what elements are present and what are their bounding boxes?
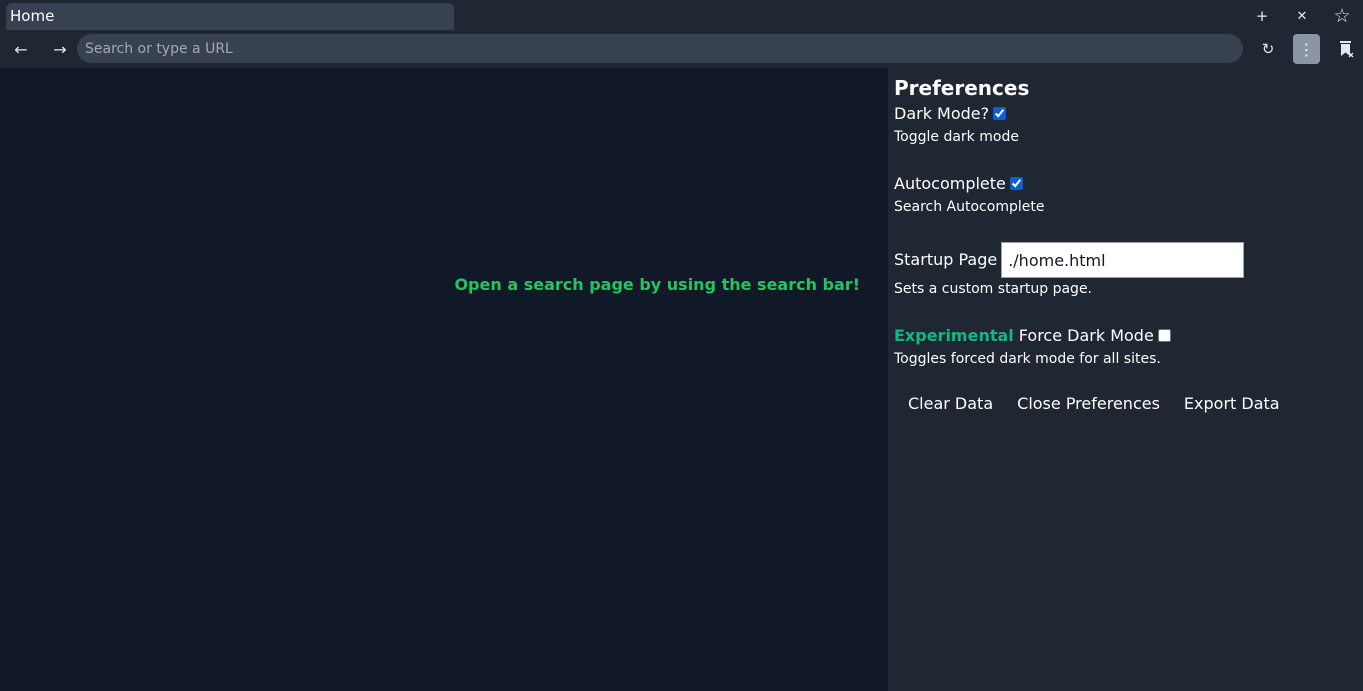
bookmarks-panel-button[interactable] — [1332, 36, 1360, 62]
force-dark-label: Force Dark Mode — [1018, 326, 1154, 345]
autocomplete-setting: Autocomplete Search Autocomplete — [894, 172, 1357, 218]
preferences-actions: Clear Data Close Preferences Export Data — [894, 388, 1357, 419]
tab-home[interactable]: Home — [6, 3, 454, 30]
arrow-left-icon: ← — [14, 39, 28, 59]
empty-page-message: Open a search page by using the search b… — [454, 275, 860, 294]
close-preferences-button[interactable]: Close Preferences — [1011, 388, 1166, 419]
arrow-right-icon: → — [53, 39, 67, 59]
preferences-title: Preferences — [894, 76, 1030, 100]
force-dark-setting: Experimental Force Dark Mode Toggles for… — [894, 324, 1357, 370]
page-content: Open a search page by using the search b… — [0, 68, 888, 691]
clear-data-button[interactable]: Clear Data — [902, 388, 999, 419]
reload-icon: ↻ — [1261, 40, 1275, 58]
autocomplete-checkbox[interactable] — [1009, 176, 1023, 190]
close-icon: ✕ — [1296, 8, 1308, 24]
autocomplete-description: Search Autocomplete — [894, 199, 1045, 215]
autocomplete-label: Autocomplete — [894, 174, 1006, 193]
plus-icon: + — [1255, 7, 1269, 25]
back-button[interactable]: ← — [7, 36, 35, 62]
preferences-panel: Preferences Dark Mode? Toggle dark mode … — [888, 68, 1363, 691]
dark-mode-description: Toggle dark mode — [894, 129, 1019, 145]
dark-mode-label: Dark Mode? — [894, 104, 990, 123]
toolbar: ← → ↻ ⋮ — [0, 32, 1363, 68]
force-dark-description: Toggles forced dark mode for all sites. — [894, 351, 1161, 367]
experimental-badge: Experimental — [894, 326, 1014, 345]
reload-button[interactable]: ↻ — [1254, 36, 1282, 62]
force-dark-checkbox[interactable] — [1157, 328, 1171, 342]
tab-title: Home — [10, 7, 55, 25]
dark-mode-setting: Dark Mode? Toggle dark mode — [894, 102, 1357, 148]
star-icon: ☆ — [1333, 5, 1351, 27]
search-input[interactable] — [77, 34, 1243, 63]
dark-mode-checkbox[interactable] — [993, 106, 1007, 120]
startup-page-label: Startup Page — [894, 250, 998, 269]
menu-button[interactable]: ⋮ — [1293, 34, 1320, 64]
forward-button[interactable]: → — [46, 36, 74, 62]
bookmark-button[interactable]: ☆ — [1330, 5, 1354, 27]
startup-page-input[interactable] — [1001, 242, 1245, 278]
tab-bar: Home + ✕ ☆ — [0, 0, 1363, 32]
kebab-menu-icon: ⋮ — [1298, 39, 1315, 59]
close-tab-button[interactable]: ✕ — [1290, 5, 1314, 27]
export-data-button[interactable]: Export Data — [1178, 388, 1286, 419]
startup-page-setting: Startup Page Sets a custom startup page. — [894, 242, 1357, 300]
bookmarks-icon — [1340, 41, 1354, 58]
startup-page-description: Sets a custom startup page. — [894, 281, 1093, 297]
new-tab-button[interactable]: + — [1250, 5, 1274, 27]
